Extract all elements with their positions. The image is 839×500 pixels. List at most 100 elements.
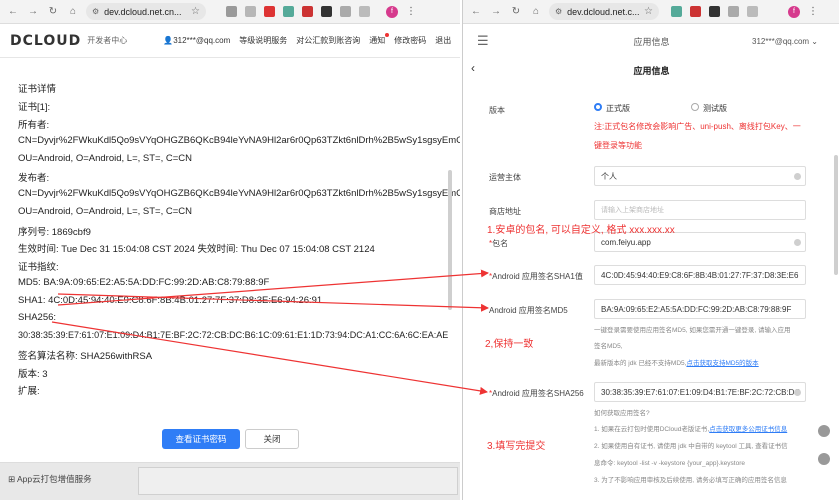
- header-link-notify[interactable]: 通知: [369, 33, 390, 46]
- extension-icon[interactable]: [302, 6, 313, 17]
- float-help-icon[interactable]: [818, 425, 830, 437]
- annotation-package-name: 1.安卓的包名, 可以自定义, 格式 xxx.xxx.xx: [487, 225, 675, 236]
- extension-icon[interactable]: [671, 6, 682, 17]
- sidebar-icon[interactable]: [359, 6, 370, 17]
- radio-formal-label[interactable]: 正式版: [606, 103, 630, 114]
- extension-icon[interactable]: [709, 6, 720, 17]
- home-icon[interactable]: ⌂: [66, 5, 80, 19]
- package-label: *包名: [489, 239, 509, 248]
- sha256-input[interactable]: 30:38:35:39:E7:61:07:E1:09:D4:B1:7E:BF:2…: [594, 382, 806, 402]
- profile-avatar[interactable]: f: [788, 5, 800, 18]
- how-to-step-3: 3. 为了不影响应用审核及后续使用, 请务必填写正确的应用签名信息: [594, 477, 787, 484]
- address-text: dev.dcloud.net.cn...: [104, 6, 182, 17]
- extension-icon[interactable]: [690, 6, 701, 17]
- bookmark-star-icon[interactable]: ☆: [644, 6, 653, 17]
- cert-line: CN=Dyvjr%2FWkuKdl5Qo9sVYqOHGZB6QKcB94leY…: [18, 188, 460, 199]
- cert-line: OU=Android, O=Android, L=, ST=, C=CN: [18, 206, 192, 217]
- address-text: dev.dcloud.net.c...: [567, 6, 640, 17]
- cert-line: 证书[1]:: [18, 102, 51, 113]
- bookmark-star-icon[interactable]: ☆: [191, 6, 200, 17]
- how-to-step-1: 1. 如果在云打包时使用DCloud老版证书,点击获取更多公用证书信息: [594, 426, 788, 433]
- sha1-input[interactable]: 4C:0D:45:94:40:E9:C8:6F:8B:4B:01:27:7F:3…: [594, 265, 806, 285]
- menu-kebab-icon[interactable]: ⋮: [406, 6, 416, 17]
- cert-sha256: 30:38:35:39:E7:61:07:E1:09:D4:B1:7E:BF:2…: [18, 330, 449, 340]
- extensions-puzzle-icon[interactable]: [340, 6, 351, 17]
- version-warning-cont: 键登录等功能: [594, 141, 642, 150]
- left-browser-window: ← → ↻ ⌂ ⚙ dev.dcloud.net.cn... ☆ f ⋮ DCL…: [0, 0, 460, 500]
- profile-avatar[interactable]: f: [386, 5, 398, 18]
- cert-line: 签名算法名称: SHA256withRSA: [18, 351, 153, 362]
- public-cert-link[interactable]: 点击获取更多公用证书信息: [709, 426, 787, 433]
- operator-select[interactable]: 个人: [594, 166, 806, 186]
- cert-line: 所有者:: [18, 120, 50, 131]
- annotation-keep-consistent: 2,保持一致: [485, 339, 534, 350]
- cert-line: 版本: 3: [18, 369, 48, 380]
- md5-hint: 签名MD5,: [594, 343, 623, 350]
- header-user[interactable]: 👤312***@qq.com: [163, 36, 230, 45]
- extensions-puzzle-icon[interactable]: [728, 6, 739, 17]
- header-user[interactable]: 312***@qq.com ⌄: [752, 37, 818, 46]
- store-url-input[interactable]: 请输入上架商店地址: [594, 200, 806, 220]
- site-info-icon[interactable]: ⚙: [92, 7, 99, 16]
- forward-icon[interactable]: →: [26, 5, 40, 19]
- page-scrollbar[interactable]: [834, 155, 838, 275]
- radio-test-label[interactable]: 测试版: [703, 103, 727, 114]
- annotation-submit: 3.填写完提交: [487, 441, 546, 452]
- md5-jdk-link[interactable]: 点击获取支持MD5的版本: [686, 360, 758, 367]
- reload-icon[interactable]: ↻: [46, 5, 60, 19]
- cert-sha1: SHA1: 4C:0D:45:94:40:E9:C8:6F:8B:4B:01:2…: [18, 295, 323, 306]
- back-icon[interactable]: ←: [6, 5, 20, 19]
- close-button[interactable]: 关闭: [245, 429, 299, 449]
- app-header: ☰ 应用信息 312***@qq.com ⌄: [463, 24, 839, 58]
- radio-formal[interactable]: [594, 103, 602, 111]
- cert-heading: 证书详情: [18, 84, 57, 95]
- address-bar[interactable]: ⚙ dev.dcloud.net.cn... ☆: [86, 3, 206, 20]
- version-label: 版本: [489, 106, 505, 115]
- sidebar-icon[interactable]: [747, 6, 758, 17]
- forward-icon[interactable]: →: [489, 5, 503, 19]
- site-info-icon[interactable]: ⚙: [555, 7, 562, 16]
- header-link-logout[interactable]: 退出: [435, 35, 451, 46]
- extension-icon[interactable]: [321, 6, 332, 17]
- header-link-remittance[interactable]: 对公汇款到账咨询: [296, 35, 360, 46]
- float-service-icon[interactable]: [818, 453, 830, 465]
- reload-icon[interactable]: ↻: [509, 5, 523, 19]
- clear-icon[interactable]: [794, 239, 801, 246]
- back-icon[interactable]: ←: [469, 5, 483, 19]
- right-browser-toolbar: ← → ↻ ⌂ ⚙ dev.dcloud.net.c... ☆ f ⋮: [463, 0, 839, 24]
- operator-label: 运营主体: [489, 173, 521, 182]
- dialog-scrollbar[interactable]: [448, 170, 452, 310]
- extension-icon[interactable]: [226, 6, 237, 17]
- cert-line: 生效时间: Tue Dec 31 15:04:08 CST 2024 失效时间:…: [18, 244, 375, 255]
- radio-test[interactable]: [691, 103, 699, 111]
- extension-icon[interactable]: [245, 6, 256, 17]
- page-subheader: ‹ 应用信息: [463, 58, 839, 80]
- dcloud-logo[interactable]: DCLOUD: [10, 33, 81, 49]
- md5-input[interactable]: BA:9A:09:65:E2:A5:5A:DD:FC:99:2D:AB:C8:7…: [594, 299, 806, 319]
- sidebar-item-app-cloud-pack[interactable]: ⊞ App云打包增值服务: [8, 473, 92, 485]
- md5-hint: 最新版本的 jdk 已经不支持MD5,点击获取支持MD5的版本: [594, 360, 759, 367]
- view-cert-password-button[interactable]: 查看证书密码: [162, 429, 240, 449]
- cert-line: CN=Dyvjr%2FWkuKdl5Qo9sVYqOHGZB6QKcB94leY…: [18, 135, 460, 146]
- header-link-level[interactable]: 等级说明服务: [239, 35, 287, 46]
- how-to-title: 如何获取应用签名?: [594, 410, 650, 417]
- address-bar[interactable]: ⚙ dev.dcloud.net.c... ☆: [549, 3, 659, 20]
- how-to-step-2-cmd: 息命令: keytool -list -v -keystore {your_ap…: [594, 460, 746, 467]
- clear-icon[interactable]: [794, 389, 801, 396]
- page-title: 应用信息: [633, 66, 670, 76]
- page-bottom-backdrop: ⊞ App云打包增值服务: [0, 462, 460, 500]
- cert-line: SHA256:: [18, 312, 57, 323]
- md5-hint: 一键登录需要使用应用签名MD5, 如果您需开通一键登录, 请输入应用: [594, 327, 791, 334]
- home-icon[interactable]: ⌂: [529, 5, 543, 19]
- how-to-step-2: 2. 如果使用自有证书, 请使用 jdk 中自带的 keytool 工具, 查看…: [594, 443, 788, 450]
- header-link-password[interactable]: 修改密码: [394, 35, 426, 46]
- right-browser-window: ← → ↻ ⌂ ⚙ dev.dcloud.net.c... ☆ f ⋮ ☰ 应用…: [462, 0, 839, 500]
- site-header: DCLOUD 开发者中心 👤312***@qq.com 等级说明服务 对公汇款到…: [0, 24, 460, 58]
- cert-line: 序列号: 1869cbf9: [18, 227, 91, 238]
- extension-icon[interactable]: [283, 6, 294, 17]
- extension-icon[interactable]: [264, 6, 275, 17]
- menu-kebab-icon[interactable]: ⋮: [808, 6, 818, 17]
- left-browser-toolbar: ← → ↻ ⌂ ⚙ dev.dcloud.net.cn... ☆ f ⋮: [0, 0, 460, 24]
- sha256-label: *Android 应用签名SHA256: [489, 389, 584, 398]
- cert-md5: MD5: BA:9A:09:65:E2:A5:5A:DD:FC:99:2D:AB…: [18, 277, 270, 288]
